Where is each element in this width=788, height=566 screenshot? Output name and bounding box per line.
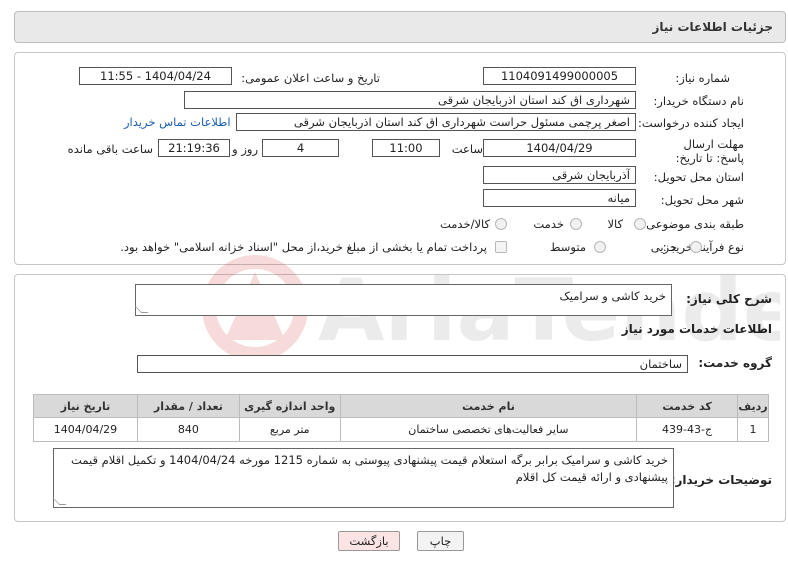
category-radio-goods-service[interactable] (495, 218, 507, 230)
category-label: طبقه بندی موضوعی: (642, 217, 744, 231)
process-option-medium: متوسط (549, 240, 586, 254)
buyer-notes-text: خرید کاشی و سرامیک برابر برگه استعلام قی… (71, 453, 668, 484)
service-group-label: گروه خدمت: (698, 356, 772, 370)
cell-service-code: ج-43-439 (636, 417, 739, 442)
announce-label: تاریخ و ساعت اعلان عمومی: (241, 71, 380, 85)
category-radio-service[interactable] (570, 218, 582, 230)
deadline-label: مهلت ارسال پاسخ: تا تاریخ: (675, 137, 744, 165)
col-unit-header: واحد اندازه گیری (238, 394, 341, 418)
summary-textarea[interactable]: خرید کاشی و سرامیک (134, 284, 672, 316)
deadline-time-field[interactable]: 11:00 (372, 139, 440, 157)
col-need-date-header: تاریخ نیاز (33, 394, 138, 418)
need-number-label: شماره نیاز: (675, 71, 730, 85)
print-button[interactable]: چاپ (417, 531, 464, 551)
col-service-name-header: نام خدمت (339, 394, 638, 418)
category-option-goods-service: کالا/خدمت (439, 217, 490, 231)
payment-treasury-checkbox[interactable] (495, 241, 507, 253)
service-group-field[interactable]: ساختمان (137, 355, 688, 373)
process-option-minor: جزیی (650, 240, 677, 254)
cell-row-number: 1 (737, 417, 769, 442)
table-header-row: ردیف کد خدمت نام خدمت واحد اندازه گیری ت… (33, 394, 769, 418)
creator-label: ایجاد کننده درخواست: (638, 116, 744, 130)
remaining-label: ساعت باقی مانده (67, 142, 153, 156)
buyer-notes-textarea[interactable]: خرید کاشی و سرامیک برابر برگه استعلام قی… (52, 448, 674, 508)
cell-unit: متر مربع (238, 417, 341, 442)
summary-label: شرح کلی نیاز: (686, 292, 772, 306)
buyer-org-field[interactable]: شهرداری اق کند استان اذربایجان شرقی (184, 91, 636, 109)
page-header: جزئیات اطلاعات نیاز (14, 11, 786, 43)
process-radio-minor[interactable] (690, 241, 702, 253)
creator-field[interactable]: اصغر پرچمی مسئول حراست شهرداری اق کند اس… (236, 113, 636, 131)
deadline-date-field[interactable]: 1404/04/29 (483, 139, 636, 157)
col-service-code-header: کد خدمت (636, 394, 739, 418)
services-heading: اطلاعات خدمات مورد نیاز (621, 322, 772, 336)
buyer-contact-link[interactable]: اطلاعات تماس خریدار (124, 115, 231, 129)
table-row[interactable]: 1 ج-43-439 سایر فعالیت‌های تخصصی ساختمان… (33, 417, 769, 442)
buyer-notes-label: توضیحات خریدار: (670, 473, 772, 487)
process-radio-medium[interactable] (594, 241, 606, 253)
resize-grip-icon[interactable] (52, 498, 67, 505)
services-table: ردیف کد خدمت نام خدمت واحد اندازه گیری ت… (33, 394, 769, 442)
col-quantity-header: تعداد / مقدار (136, 394, 240, 418)
time-label: ساعت (451, 142, 483, 156)
col-row-header: ردیف (737, 394, 769, 418)
announce-datetime-field[interactable]: 1404/04/24 - 11:55 (79, 67, 232, 85)
buyer-org-label: نام دستگاه خریدار: (653, 94, 744, 108)
category-radio-goods[interactable] (634, 218, 646, 230)
category-option-goods: کالا (607, 217, 623, 231)
province-label: استان محل تحویل: (653, 170, 744, 184)
province-field[interactable]: آذربایجان شرقی (483, 166, 636, 184)
days-remaining-field[interactable]: 4 (262, 139, 339, 157)
city-field[interactable]: میانه (483, 189, 636, 207)
resize-grip-icon[interactable] (134, 306, 149, 313)
days-label: روز و (232, 142, 258, 156)
cell-service-name: سایر فعالیت‌های تخصصی ساختمان (339, 417, 638, 442)
cell-need-date: 1404/04/29 (33, 417, 138, 442)
remaining-time-field[interactable]: 21:19:36 (158, 139, 230, 157)
summary-text: خرید کاشی و سرامیک (559, 289, 666, 303)
payment-note: پرداخت تمام یا بخشی از مبلغ خرید،از محل … (120, 240, 487, 254)
cell-quantity: 840 (136, 417, 240, 442)
need-number-field[interactable]: 1104091499000005 (483, 67, 636, 85)
city-label: شهر محل تحویل: (660, 193, 744, 207)
back-button[interactable]: بازگشت (338, 531, 400, 551)
page-title: جزئیات اطلاعات نیاز (652, 20, 773, 34)
category-option-service: خدمت (533, 217, 564, 231)
